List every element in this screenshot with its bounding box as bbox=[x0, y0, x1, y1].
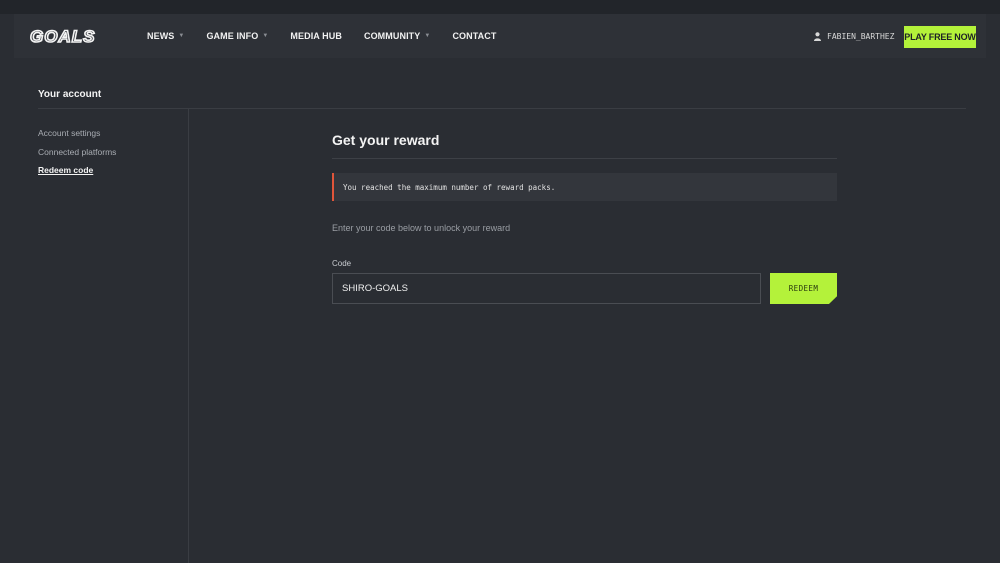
site-header: GOALS NEWS ▼ GAME INFO ▼ MEDIA HUB COMMU… bbox=[14, 14, 986, 58]
top-strip bbox=[0, 0, 1000, 14]
username: FABIEN_BARTHEZ bbox=[827, 31, 895, 41]
error-alert: You reached the maximum number of reward… bbox=[332, 173, 837, 201]
nav-community-label: COMMUNITY bbox=[363, 31, 421, 41]
user-menu[interactable]: FABIEN_BARTHEZ bbox=[814, 14, 894, 58]
chevron-down-icon: ▼ bbox=[262, 33, 269, 39]
account-divider bbox=[38, 108, 966, 109]
sidebar-item-connected-platforms[interactable]: Connected platforms bbox=[38, 147, 116, 157]
redeem-button[interactable]: REDEEM bbox=[770, 273, 837, 304]
nav-contact-label: CONTACT bbox=[452, 31, 497, 41]
nav-news[interactable]: NEWS ▼ bbox=[147, 31, 184, 41]
nav-media-hub[interactable]: MEDIA HUB bbox=[290, 31, 342, 41]
main-nav: NEWS ▼ GAME INFO ▼ MEDIA HUB COMMUNITY ▼… bbox=[147, 14, 518, 58]
chevron-down-icon: ▼ bbox=[178, 33, 185, 39]
nav-community[interactable]: COMMUNITY ▼ bbox=[364, 31, 430, 41]
nav-media-hub-label: MEDIA HUB bbox=[290, 31, 342, 41]
alert-message: You reached the maximum number of reward… bbox=[343, 182, 556, 192]
sidebar-divider bbox=[188, 109, 189, 563]
nav-contact[interactable]: CONTACT bbox=[452, 31, 496, 41]
page-title: Get your reward bbox=[332, 132, 440, 148]
nav-game-info-label: GAME INFO bbox=[206, 31, 259, 41]
logo-text: GOALS bbox=[30, 28, 95, 44]
redeem-hint: Enter your code below to unlock your rew… bbox=[332, 223, 511, 233]
sidebar-item-redeem-code[interactable]: Redeem code bbox=[38, 165, 93, 175]
code-label: Code bbox=[332, 259, 352, 268]
nav-game-info[interactable]: GAME INFO ▼ bbox=[206, 31, 268, 41]
nav-news-label: NEWS bbox=[147, 31, 175, 41]
user-icon bbox=[814, 31, 821, 41]
goals-logo[interactable]: GOALS bbox=[30, 28, 126, 44]
title-divider bbox=[332, 158, 837, 159]
sidebar-item-account-settings[interactable]: Account settings bbox=[38, 128, 100, 138]
code-input[interactable] bbox=[332, 273, 761, 304]
play-free-now-button[interactable]: PLAY FREE NOW bbox=[904, 26, 976, 48]
account-title: Your account bbox=[38, 89, 102, 100]
chevron-down-icon: ▼ bbox=[424, 33, 431, 39]
